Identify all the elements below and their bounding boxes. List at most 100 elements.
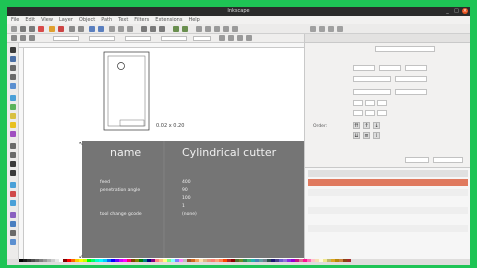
fill-stroke-icon[interactable] <box>196 26 202 32</box>
eraser-tool-icon[interactable] <box>10 191 16 197</box>
xml-editor-icon[interactable] <box>214 26 220 32</box>
align-icon[interactable]: ≡ <box>363 132 370 139</box>
dropper-tool-icon[interactable] <box>10 230 16 236</box>
calligraphy-tool-icon[interactable] <box>10 161 16 167</box>
menu-object[interactable]: Object <box>79 17 95 23</box>
y-field[interactable] <box>89 36 115 41</box>
menu-extensions[interactable]: Extensions <box>155 17 182 23</box>
spray-tool-icon[interactable] <box>10 182 16 188</box>
move-gradients-icon[interactable] <box>237 35 243 41</box>
import-icon[interactable] <box>49 26 55 32</box>
copy-icon[interactable] <box>89 26 95 32</box>
layer-header-row[interactable] <box>308 170 468 177</box>
layer-blend-select[interactable] <box>405 157 429 163</box>
distribute-icon[interactable]: ⁞ <box>373 132 380 139</box>
menu-view[interactable]: View <box>41 17 53 23</box>
menu-help[interactable]: Help <box>188 17 199 23</box>
clone-icon[interactable] <box>150 26 156 32</box>
panel-field-input-1a[interactable] <box>353 65 375 71</box>
unit-select[interactable] <box>193 36 211 41</box>
layer-row-1[interactable] <box>308 189 468 196</box>
zoom-drawing-icon[interactable] <box>118 26 124 32</box>
menu-text[interactable]: Text <box>118 17 128 23</box>
tweak-tool-icon[interactable] <box>10 65 16 71</box>
height-field[interactable] <box>161 36 187 41</box>
panel-field-input-3b[interactable] <box>395 89 427 95</box>
redo-icon[interactable] <box>78 26 84 32</box>
layer-row-5[interactable] <box>308 225 468 232</box>
layer-opacity-select[interactable] <box>433 157 463 163</box>
preferences-icon[interactable] <box>232 26 238 32</box>
menu-filters[interactable]: Filters <box>134 17 149 23</box>
panel-field-input-2a[interactable] <box>353 76 391 82</box>
close-button[interactable]: × <box>462 8 468 14</box>
rotate-cw-icon[interactable] <box>29 35 35 41</box>
panel-field-input-2b[interactable] <box>395 76 427 82</box>
snap-toggle-icon[interactable] <box>310 26 316 32</box>
palette-swatch[interactable] <box>347 259 351 262</box>
snap-guide-icon[interactable] <box>337 26 343 32</box>
drawing-canvas[interactable]: 0.02 x 0.20 ↖ ↙ name Cylindrical cutter … <box>24 48 304 259</box>
rotate-ccw-icon[interactable] <box>20 35 26 41</box>
text-font-icon[interactable] <box>205 26 211 32</box>
layer-row-4[interactable] <box>308 216 468 223</box>
bucket-tool-icon[interactable] <box>10 200 16 206</box>
panel-field-input-3a[interactable] <box>353 89 391 95</box>
layer-row-2[interactable] <box>308 198 468 205</box>
color-palette[interactable] <box>19 259 351 262</box>
menu-edit[interactable]: Edit <box>25 17 35 23</box>
measure-tool-icon[interactable] <box>10 83 16 89</box>
pencil-tool-icon[interactable] <box>10 143 16 149</box>
menu-layer[interactable]: Layer <box>59 17 73 23</box>
minimize-button[interactable]: _ <box>444 8 451 14</box>
layer-row-selected[interactable] <box>308 179 468 186</box>
3d-box-tool-icon[interactable] <box>10 104 16 110</box>
rectangle-tool-icon[interactable] <box>10 95 16 101</box>
x-field[interactable] <box>53 36 79 41</box>
spiral-tool-icon[interactable] <box>10 131 16 137</box>
panel-spin-2[interactable] <box>365 100 375 106</box>
layer-row-3[interactable] <box>308 207 468 214</box>
panel-spin-1[interactable] <box>353 100 363 106</box>
layer-row-6[interactable] <box>308 234 468 241</box>
panel-field-input-1b[interactable] <box>379 65 401 71</box>
gradient-tool-icon[interactable] <box>10 212 16 218</box>
menu-file[interactable]: File <box>11 17 19 23</box>
group-icon[interactable] <box>173 26 179 32</box>
width-field[interactable] <box>125 36 151 41</box>
print-icon[interactable] <box>38 26 44 32</box>
snap-nodes-icon[interactable] <box>328 26 334 32</box>
snap-bbox-icon[interactable] <box>319 26 325 32</box>
scale-stroke-icon[interactable] <box>219 35 225 41</box>
panel-spin-5[interactable] <box>365 110 375 116</box>
lower-to-bottom-icon[interactable]: ⇊ <box>353 132 360 139</box>
pen-tool-icon[interactable] <box>10 152 16 158</box>
node-tool-icon[interactable] <box>10 56 16 62</box>
raise-icon[interactable]: ↑ <box>363 122 370 129</box>
lower-icon[interactable]: ↓ <box>373 122 380 129</box>
zoom-page-icon[interactable] <box>127 26 133 32</box>
panel-spin-4[interactable] <box>353 110 363 116</box>
move-patterns-icon[interactable] <box>246 35 252 41</box>
open-icon[interactable] <box>20 26 26 32</box>
ellipse-tool-icon[interactable] <box>10 113 16 119</box>
menu-path[interactable]: Path <box>101 17 112 23</box>
zoom-selection-icon[interactable] <box>109 26 115 32</box>
duplicate-icon[interactable] <box>141 26 147 32</box>
connector-tool-icon[interactable] <box>10 239 16 245</box>
panel-spin-6[interactable] <box>377 110 387 116</box>
star-tool-icon[interactable] <box>10 122 16 128</box>
panel-field-input-0[interactable] <box>375 46 435 52</box>
align-distribute-icon[interactable] <box>223 26 229 32</box>
panel-spin-3[interactable] <box>377 100 387 106</box>
export-icon[interactable] <box>58 26 64 32</box>
zoom-tool-icon[interactable] <box>10 74 16 80</box>
maximize-button[interactable]: □ <box>453 8 460 14</box>
unlink-clone-icon[interactable] <box>159 26 165 32</box>
mesh-tool-icon[interactable] <box>10 221 16 227</box>
undo-icon[interactable] <box>69 26 75 32</box>
select-all-icon[interactable] <box>11 35 17 41</box>
paste-icon[interactable] <box>98 26 104 32</box>
selector-tool-icon[interactable] <box>10 47 16 53</box>
save-icon[interactable] <box>29 26 35 32</box>
